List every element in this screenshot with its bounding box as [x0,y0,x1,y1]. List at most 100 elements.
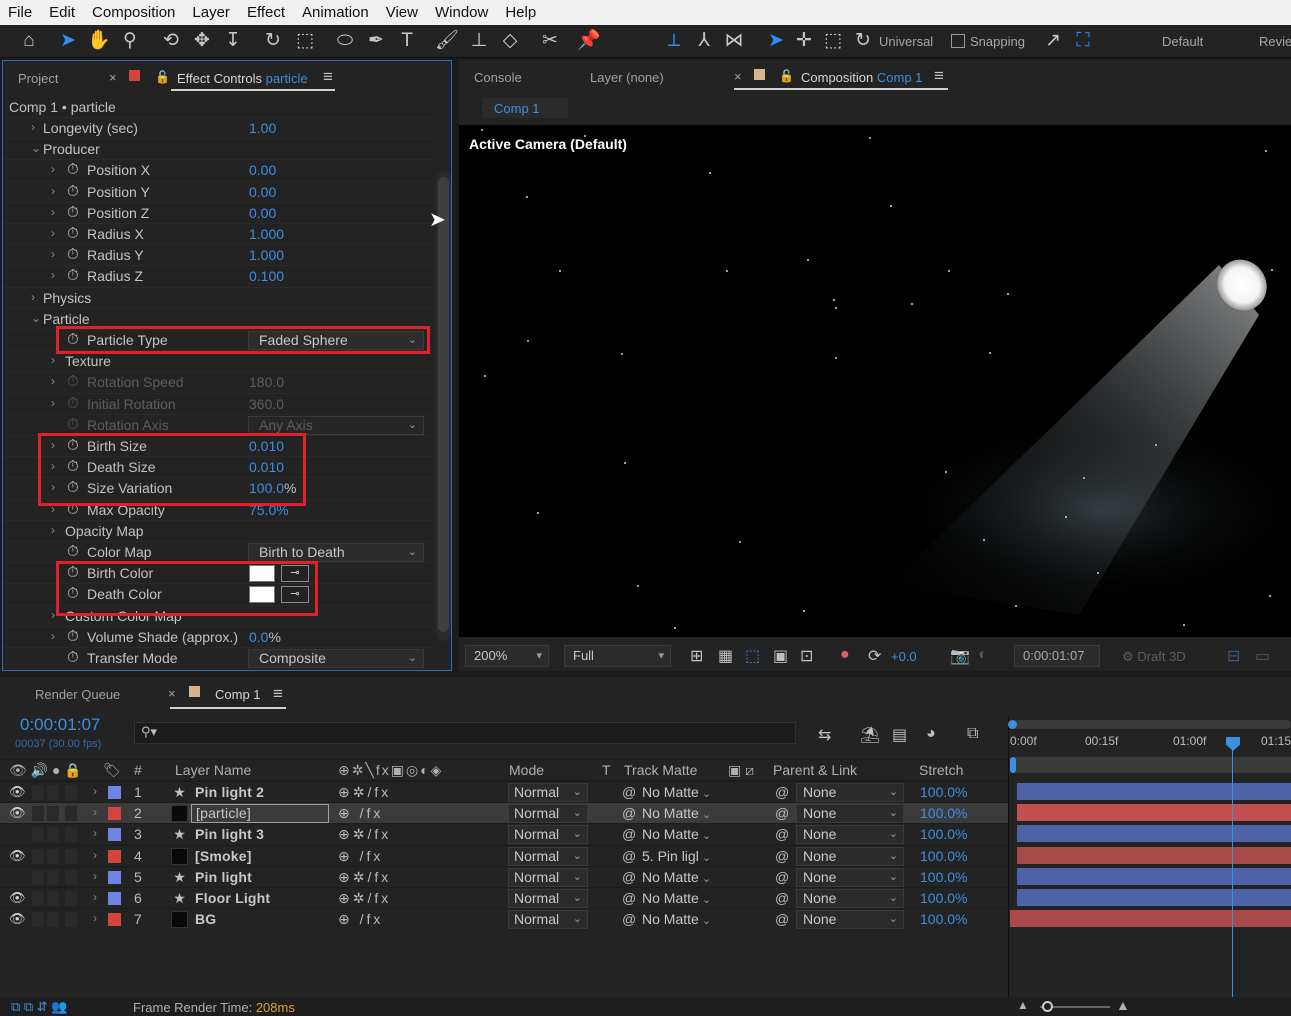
snap-icon[interactable]: ↗ [1040,28,1066,54]
chevron-right-icon[interactable]: › [51,396,55,410]
layer-duration-bar[interactable] [1017,804,1291,822]
layer-row[interactable]: 👁 › 2 [particle] ⊕ /fx Normal ⌄ @ No Matte ⌄ @ Non… [0,802,1008,824]
world-axis-icon[interactable]: ⅄ [691,28,717,54]
property-row-rotation-speed[interactable]: › ⏱ Rotation Speed 180.0 [3,371,433,392]
close-icon[interactable]: × [734,69,742,84]
zoom-slider-handle[interactable] [1042,1001,1053,1012]
property-row-rotation-axis[interactable]: ⏱ Rotation Axis Any Axis ⌄ [3,413,433,435]
orbit-camera-icon[interactable]: ⟲ [158,28,184,54]
3d-select-icon[interactable]: ➤ [763,28,789,54]
visibility-eye-icon[interactable]: 👁 [9,848,26,864]
chevron-right-icon[interactable]: › [51,184,55,198]
chevron-right-icon[interactable]: › [51,247,55,261]
work-area-start-handle[interactable] [1008,720,1017,729]
tab-console[interactable]: Console [474,70,522,85]
layer-name[interactable]: [Smoke] [195,848,252,864]
home-icon[interactable]: ⌂ [16,28,42,54]
chevron-right-icon[interactable]: › [51,353,55,367]
chevron-right-icon[interactable]: › [51,205,55,219]
universal-label[interactable]: Universal [879,34,933,49]
property-row-longevity-sec[interactable]: › Longevity (sec) 1.00 [3,117,433,138]
menu-window[interactable]: Window [427,4,497,21]
parent-select[interactable]: None ⌄ [796,910,904,930]
stretch-value[interactable]: 100.0% [920,890,967,906]
solo-toggle[interactable] [47,869,59,885]
3d-view-icon[interactable]: ▭ [1255,646,1270,666]
audio-toggle[interactable] [32,785,44,800]
lock-toggle[interactable] [65,827,77,843]
property-dropdown[interactable]: Birth to Death ⌄ [248,543,424,562]
property-row-radius-x[interactable]: › ⏱ Radius X 1.000 [3,223,433,244]
work-area-range[interactable] [1012,757,1291,773]
solo-toggle[interactable] [47,891,59,906]
audio-toggle[interactable] [32,848,44,864]
property-value[interactable]: 0.100 [249,268,284,284]
tab-layer[interactable]: Layer (none) [590,70,664,85]
pan-behind-icon[interactable]: ⬚ [292,28,318,54]
property-row-radius-y[interactable]: › ⏱ Radius Y 1.000 [3,244,433,265]
layer-name-header[interactable]: Layer Name [175,762,251,778]
tab-effect-controls[interactable]: Effect Controls particle [177,71,308,86]
layer-switches[interactable]: ⊕✲/fx [338,869,391,886]
property-value[interactable]: 0.0% [249,629,281,645]
layer-duration-bar[interactable] [1017,825,1291,843]
scrollbar-thumb[interactable] [438,177,449,632]
tab-composition[interactable]: Composition Comp 1 [801,70,922,85]
layer-name[interactable]: Floor Light [195,890,270,906]
visibility-eye-icon[interactable]: 👁 [9,805,26,821]
menu-view[interactable]: View [378,4,427,21]
parent-select[interactable]: None ⌄ [796,804,904,824]
label-color-swatch[interactable] [108,786,121,799]
parent-select[interactable]: None ⌄ [796,825,904,845]
menu-composition[interactable]: Composition [84,4,184,21]
layer-duration-bar[interactable] [1017,783,1291,800]
chevron-right-icon[interactable]: › [51,374,55,388]
layer-switches[interactable]: ⊕ /fx [338,911,383,928]
motion-blur-icon[interactable]: ◕ [926,725,936,743]
audio-toggle[interactable] [32,806,44,822]
snapping-toggle[interactable]: Snapping [951,34,1025,49]
track-matte-select[interactable]: No Matte ⌄ [642,890,722,906]
panel-menu-icon[interactable]: ≡ [323,67,333,87]
frame-blending-icon[interactable]: ▤ [892,725,907,745]
layer-row[interactable]: 👁 › 6 ★ Floor Light ⊕✲/fx Normal ⌄ @ No Matte ⌄ @ N… [0,887,1008,908]
property-row-physics[interactable]: › Physics [3,286,433,308]
pan-camera-icon[interactable]: ✥ [189,28,215,54]
property-row-volume-shade-approx[interactable]: › ⏱ Volume Shade (approx.) 0.0% [3,625,433,647]
stopwatch-icon[interactable]: ⏱ [67,161,79,178]
roto-brush-icon[interactable]: ✂ [537,28,563,54]
blend-mode-select[interactable]: Normal ⌄ [508,889,588,908]
ellipse-tool-icon[interactable]: ⬭ [332,28,358,54]
blend-mode-select[interactable]: Normal ⌄ [508,846,588,866]
chevron-right-icon[interactable]: › [93,890,97,904]
stopwatch-icon[interactable]: ⏱ [67,225,79,242]
label-color-swatch[interactable] [108,849,121,863]
stopwatch-icon[interactable]: ⏱ [67,543,79,560]
layer-row[interactable]: › 3 ★ Pin light 3 ⊕✲/fx Normal ⌄ @ No Matte ⌄ @ No… [0,823,1008,845]
property-value[interactable]: 1.000 [249,226,284,242]
blend-mode-select[interactable]: Normal ⌄ [508,867,588,887]
solo-toggle[interactable] [47,806,59,822]
chevron-right-icon[interactable]: › [93,784,97,798]
chevron-right-icon[interactable]: › [31,120,35,134]
tab-timeline-comp[interactable]: Comp 1 [215,687,261,702]
pickwhip-icon[interactable]: @ [622,890,636,906]
property-value[interactable]: 0.00 [249,184,276,200]
clone-stamp-icon[interactable]: ⊥ [466,28,492,54]
work-area-bar[interactable] [1012,720,1291,729]
3d-scale-icon[interactable]: ⬚ [820,28,846,54]
solo-toggle[interactable] [47,848,59,864]
close-icon[interactable]: × [168,686,176,701]
draft-3d-icon[interactable]: ⛱ [860,725,880,745]
show-snapshot-icon[interactable]: ◐ [978,646,988,664]
stopwatch-icon[interactable]: ⏱ [67,373,79,390]
dolly-camera-icon[interactable]: ↧ [220,28,246,54]
parent-pickwhip-icon[interactable]: @ [775,784,789,800]
stretch-value[interactable]: 100.0% [920,784,967,800]
stopwatch-icon[interactable]: ⏱ [67,246,79,263]
chevron-right-icon[interactable]: › [51,523,55,537]
stopwatch-icon[interactable]: ⏱ [67,416,79,433]
property-value[interactable]: 1.000 [249,247,284,263]
parent-pickwhip-icon[interactable]: @ [775,911,789,927]
track-matte-select[interactable]: No Matte ⌄ [642,869,722,885]
